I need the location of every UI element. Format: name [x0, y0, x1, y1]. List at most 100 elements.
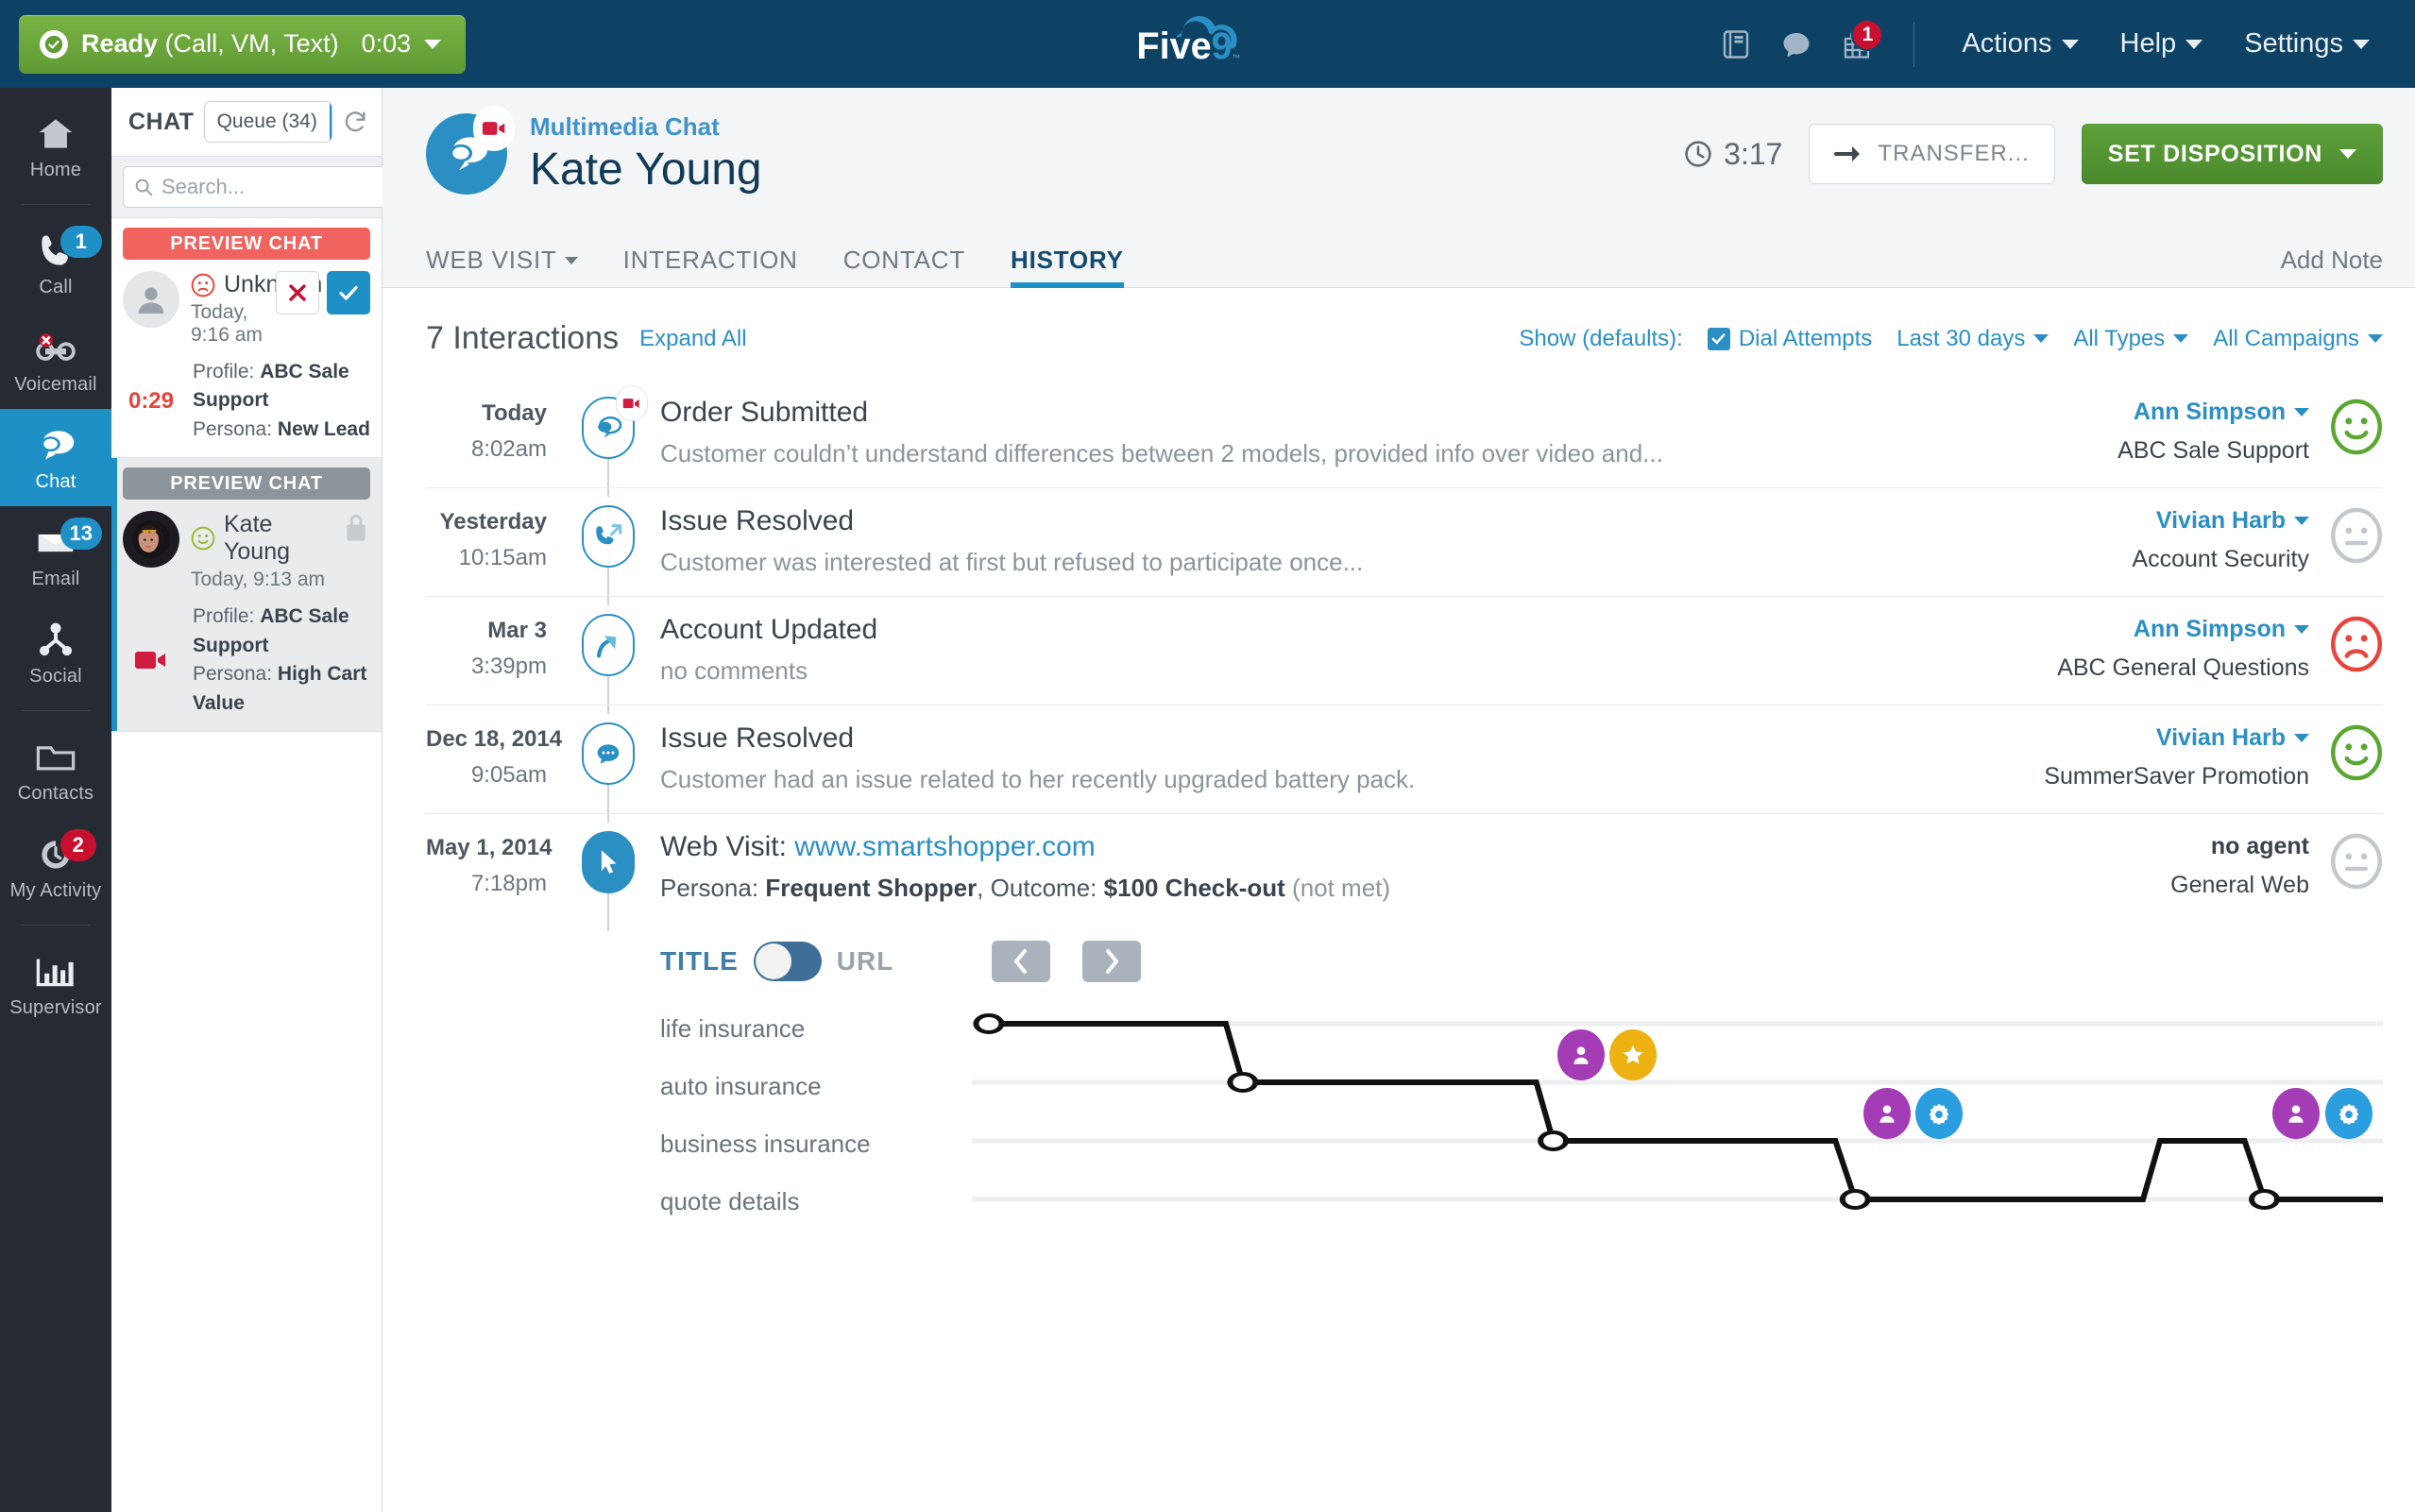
sidebar-item-chat[interactable]: Chat: [0, 409, 111, 506]
history-filters: 7 Interactions Expand All Show (defaults…: [426, 288, 2383, 380]
chart-y-axis-labels: life insurance auto insurance business i…: [660, 1007, 972, 1243]
campaigns-dropdown[interactable]: All Campaigns: [2213, 326, 2383, 352]
sidebar-label-contacts: Contacts: [17, 783, 94, 804]
dial-attempts-checkbox[interactable]: Dial Attempts: [1707, 326, 1872, 352]
chart-prev-button[interactable]: [992, 941, 1051, 982]
toggle-switch[interactable]: [753, 942, 822, 981]
title-url-toggle[interactable]: TITLE URL: [660, 942, 893, 981]
status-timer: 0:03: [361, 29, 412, 58]
chevron-down-icon: [2185, 39, 2203, 49]
interaction-timer: 3:17: [1683, 137, 1782, 172]
check-icon: [339, 285, 358, 300]
sidebar-item-voicemail[interactable]: Voicemail: [0, 312, 111, 409]
web-visit-url[interactable]: www.smartshopper.com: [794, 831, 1095, 862]
chevron-down-icon: [2368, 334, 2383, 343]
menu-actions[interactable]: Actions: [1941, 28, 2099, 59]
phone-outbound-icon: [582, 505, 635, 568]
preview-chat-button[interactable]: PREVIEW CHAT: [123, 228, 370, 260]
search-icon: [135, 178, 153, 196]
chat-wait-timer: 0:29: [128, 387, 175, 414]
interaction-header: Multimedia Chat Kate Young 3:17 TRANSFER…: [383, 88, 2415, 220]
main-tabs: WEB VISIT INTERACTION CONTACT HISTORY Ad…: [383, 220, 2415, 288]
set-disposition-button[interactable]: SET DISPOSITION: [2081, 124, 2383, 184]
date-range-dropdown[interactable]: Last 30 days: [1896, 326, 2049, 352]
refresh-icon[interactable]: [342, 106, 368, 138]
tab-interaction[interactable]: INTERACTION: [623, 246, 798, 287]
interaction-comment: no comments: [660, 656, 808, 685]
svg-text:Five: Five: [1136, 25, 1211, 67]
avatar: [123, 271, 179, 328]
sidebar-item-email[interactable]: 13 Email: [0, 506, 111, 603]
chevron-down-icon: [2294, 517, 2309, 525]
agent-name: Vivian Harb: [2155, 724, 2286, 751]
show-suffix: :: [1676, 325, 1683, 351]
reject-chat-button[interactable]: [276, 271, 319, 314]
sidebar-label-supervisor: Supervisor: [9, 997, 102, 1018]
interaction-agent[interactable]: Ann Simpson: [2134, 616, 2309, 643]
sidebar-badge-email: 13: [60, 518, 102, 550]
book-icon[interactable]: [1706, 15, 1766, 74]
interaction-agent[interactable]: Vivian Harb: [2156, 507, 2309, 535]
timeline-row[interactable]: Dec 18, 2014 9:05am Issue Resolved Custo…: [426, 705, 2383, 823]
timeline-row[interactable]: Mar 3 3:39pm Account Updated no comments: [426, 596, 2383, 714]
social-icon: [0, 619, 111, 662]
timeline-row-web-visit[interactable]: May 1, 2014 7:18pm Web Visit: www.smarts…: [426, 813, 2383, 931]
sidebar-item-call[interactable]: 1 Call: [0, 214, 111, 312]
tab-history[interactable]: HISTORY: [1011, 246, 1124, 288]
show-defaults-label: Show (defaults):: [1519, 326, 1682, 352]
sidebar-item-social[interactable]: Social: [0, 603, 111, 701]
tab-mine[interactable]: Mine (2/5): [329, 102, 332, 142]
chart-point: [1227, 1072, 1259, 1093]
date-range-label: Last 30 days: [1896, 325, 2026, 351]
chat-list-item[interactable]: PREVIEW CHAT Kate Young Today, 9:13 am P…: [111, 458, 382, 733]
tab-web-visit[interactable]: WEB VISIT: [426, 246, 578, 287]
timeline-row[interactable]: Today 8:02am Order Submitted Customer co…: [426, 380, 2383, 497]
menu-settings[interactable]: Settings: [2223, 28, 2390, 59]
interaction-campaign: SummerSaver Promotion: [2044, 763, 2309, 790]
contacts-icon: [0, 736, 111, 779]
timeline-row[interactable]: Yesterday 10:15am Issue Resolved Custome…: [426, 487, 2383, 605]
sidebar-item-supervisor[interactable]: Supervisor: [0, 935, 111, 1032]
shopping-cart-icon[interactable]: 1: [1827, 15, 1887, 74]
tab-contact[interactable]: CONTACT: [843, 246, 965, 287]
interaction-agent[interactable]: Ann Simpson: [2134, 399, 2309, 426]
interaction-agent[interactable]: Vivian Harb: [2156, 724, 2309, 752]
chat-list-header: CHAT Queue (34) Mine (2/5): [111, 88, 382, 156]
menu-help[interactable]: Help: [2100, 28, 2224, 59]
chevron-down-icon: [2294, 734, 2309, 742]
interaction-comment: Customer had an issue related to her rec…: [660, 765, 1416, 793]
video-badge-icon: [473, 106, 515, 151]
persona-label: Persona:: [660, 874, 759, 902]
persona-label: Persona:: [193, 417, 273, 440]
timeline-date: Dec 18, 2014: [426, 726, 563, 752]
tab-queue[interactable]: Queue (34): [204, 102, 330, 142]
transfer-button[interactable]: TRANSFER...: [1809, 124, 2055, 184]
accept-chat-button[interactable]: [327, 271, 370, 314]
add-note-button[interactable]: Add Note: [2281, 246, 2383, 287]
svg-text:™: ™: [1232, 53, 1240, 62]
sidebar-item-contacts[interactable]: Contacts: [0, 721, 111, 818]
sidebar-label-home: Home: [29, 160, 82, 180]
divider: [21, 925, 91, 926]
sidebar-item-my-activity[interactable]: 2 My Activity: [0, 818, 111, 915]
chart-next-button[interactable]: [1082, 941, 1142, 982]
sad-face-icon: [2331, 616, 2382, 672]
expand-all-link[interactable]: Expand All: [639, 326, 746, 352]
happy-face-icon: [191, 526, 215, 551]
agent-status-button[interactable]: Ready (Call, VM, Text) 0:03: [19, 14, 467, 74]
outcome-note: (not met): [1292, 874, 1391, 902]
preview-chat-button[interactable]: PREVIEW CHAT: [123, 467, 370, 501]
toggle-label-url: URL: [836, 946, 894, 976]
interaction-comment: Customer was interested at first but ref…: [660, 548, 1364, 576]
chart-label-1: auto insurance: [660, 1072, 822, 1100]
show-defaults[interactable]: (defaults): [1582, 326, 1676, 351]
top-bar: Ready (Call, VM, Text) 0:03 Five 9 ™ 1 A…: [0, 0, 2415, 88]
chat-bubble-icon[interactable]: [1766, 15, 1827, 74]
divider: [21, 204, 91, 205]
sidebar-badge-my-activity: 2: [60, 829, 96, 861]
five9-logo: Five 9 ™: [1123, 8, 1293, 74]
chat-list-item[interactable]: PREVIEW CHAT Unknown Today, 9:16 am 0:29…: [111, 218, 382, 459]
types-dropdown[interactable]: All Types: [2073, 326, 2189, 352]
interaction-timeline: Today 8:02am Order Submitted Customer co…: [426, 380, 2383, 1243]
sidebar-item-home[interactable]: Home: [0, 97, 111, 195]
